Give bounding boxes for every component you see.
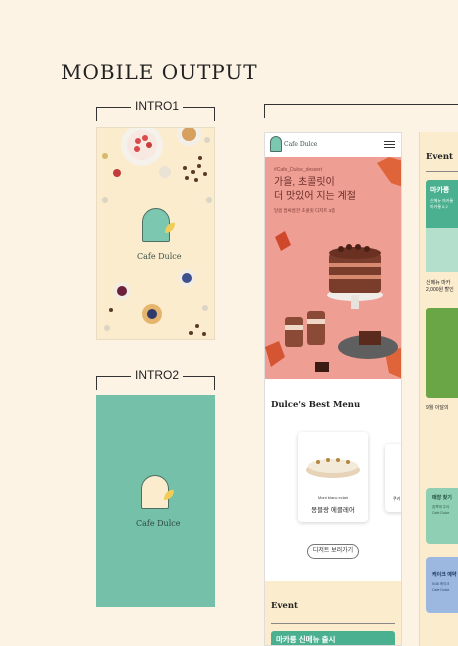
menu-icon[interactable] xyxy=(384,141,395,148)
main-output-bracket xyxy=(264,104,458,118)
store-card-line1: 집콕에 주어 xyxy=(432,505,450,509)
store-card[interactable]: 매장 찾기 집콕에 주어 Cafe Dulce xyxy=(426,488,458,544)
intro1-logo-text: Cafe Dulce xyxy=(137,252,182,261)
phone-header: Cafe Dulce xyxy=(265,133,401,157)
logo-leaf-icon xyxy=(165,222,175,233)
intro2-logo-text: Cafe Dulce xyxy=(136,519,181,528)
intro1-screen: Cafe Dulce xyxy=(96,127,215,340)
eclair-image xyxy=(306,458,360,478)
phone-main-screen: Cafe Dulce #Cafe_Dulce_dessert 가을, 초콜릿이 … xyxy=(264,132,402,646)
header-brand: Cafe Dulce xyxy=(284,141,318,148)
event-banner-2-title: 마카롱 xyxy=(430,187,450,194)
intro1-label: INTRO1 xyxy=(131,99,184,113)
cake-order-card-line2: Cafe Dulce xyxy=(432,588,450,592)
event-text-1a: 신메뉴 마카 xyxy=(426,280,451,286)
menu-card-partial[interactable]: 쿠키 xyxy=(385,444,401,512)
event-text-2: 9월 이달의 xyxy=(426,405,449,411)
view-desserts-button[interactable]: 디저트 보러가기 xyxy=(307,544,359,559)
event-divider-2 xyxy=(426,171,458,172)
event-banner-2-sub2: 마카롱 6,2 xyxy=(430,204,448,209)
intro2-label: INTRO2 xyxy=(131,368,184,382)
phone-secondary-screen: Event 마카롱 신메뉴 마카롱 마카롱 6,2 신메뉴 마카 2,000원 … xyxy=(419,132,458,646)
store-card-title: 매장 찾기 xyxy=(432,495,452,501)
menu-card-partial-name: 쿠키 xyxy=(393,496,401,501)
intro2-bracket: INTRO2 xyxy=(96,368,215,390)
chocolate-cake-illustration xyxy=(265,157,401,379)
cake-order-card-line1: 5/48 케이크 xyxy=(432,582,450,586)
intro2-screen: Cafe Dulce xyxy=(96,395,215,607)
cake-order-card[interactable]: 케이크 예약 5/48 케이크 Cafe Dulce xyxy=(426,557,458,613)
hero-banner[interactable]: #Cafe_Dulce_dessert 가을, 초콜릿이 더 맛있어 지는 계절… xyxy=(265,157,401,379)
event-banner-3[interactable] xyxy=(426,308,458,398)
menu-card-name-en: Mont blanc eclair xyxy=(317,495,349,500)
intro1-bracket: INTRO1 xyxy=(96,99,215,121)
store-card-line2: Cafe Dulce xyxy=(432,511,450,515)
event-banner-2[interactable]: 마카롱 신메뉴 마카롱 마카롱 6,2 xyxy=(426,180,458,272)
event-title: Event xyxy=(271,601,298,611)
best-menu-title: Dulce's Best Menu xyxy=(271,400,361,410)
menu-card[interactable]: Mont blanc eclair 몽블랑 에클레어 xyxy=(298,432,368,522)
cake-order-card-title: 케이크 예약 xyxy=(432,572,457,578)
page-heading: MOBILE OUTPUT xyxy=(61,60,258,84)
menu-card-name-ko: 몽블랑 에클레어 xyxy=(311,507,355,514)
header-logo-icon xyxy=(270,136,282,152)
logo-leaf-icon xyxy=(164,489,174,500)
event-divider xyxy=(271,623,395,624)
event-banner[interactable]: 마카롱 신메뉴 출시 xyxy=(271,631,395,645)
event-title-2: Event xyxy=(426,152,453,162)
event-banner-2-image xyxy=(426,228,458,272)
event-text-1b: 2,000원 할인 xyxy=(426,287,454,293)
